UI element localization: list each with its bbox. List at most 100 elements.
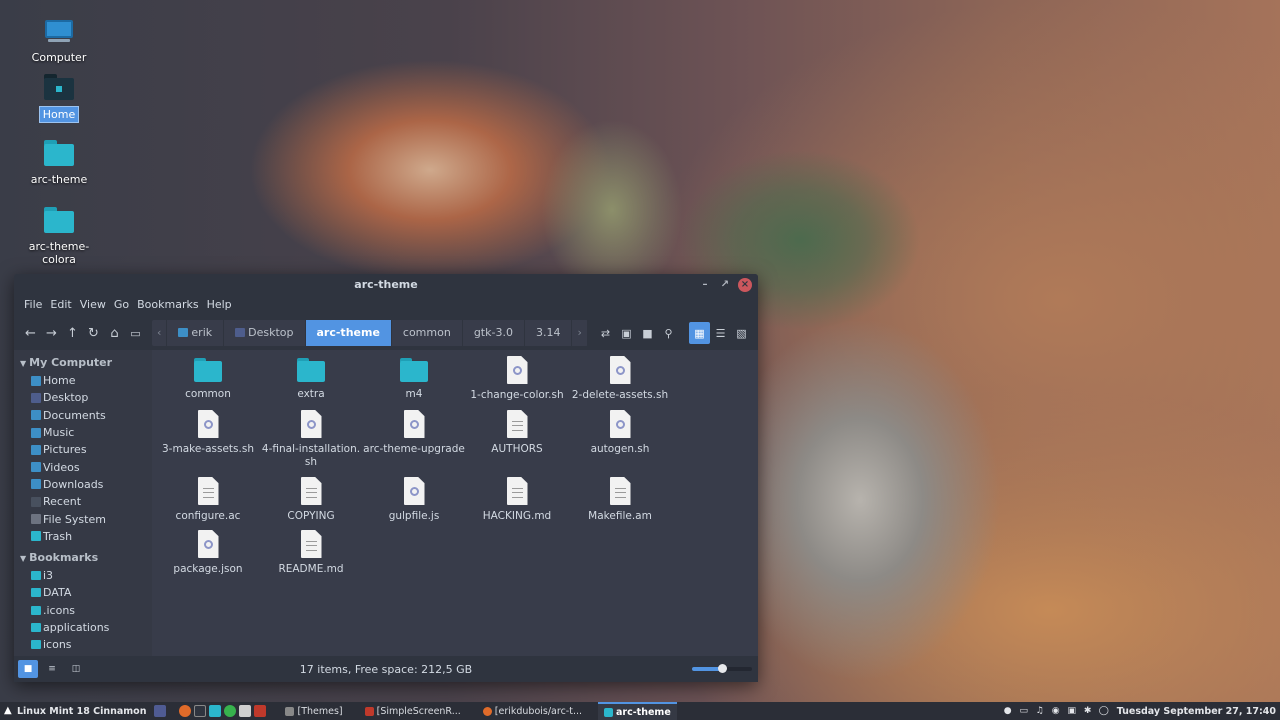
shield-icon[interactable]: ◯ <box>1099 706 1109 716</box>
breadcrumb-erik[interactable]: erik <box>167 320 225 346</box>
file-item-4-final-installation[interactable]: 4-final-installation. sh <box>259 410 363 469</box>
file-item-extra[interactable]: extra <box>259 358 363 401</box>
file-item-configure-ac[interactable]: configure.ac <box>156 477 260 523</box>
disk-icon[interactable]: ▣ <box>1067 706 1077 716</box>
breadcrumb-common[interactable]: common <box>392 320 463 346</box>
sidebar-item-icons[interactable]: icons <box>14 636 152 653</box>
icon-view-icon[interactable]: ▦ <box>689 322 710 344</box>
back-arrow-icon[interactable]: ← <box>20 322 41 344</box>
sidebar-item-documents[interactable]: Documents <box>14 407 152 424</box>
minimize-icon[interactable]: – <box>698 278 712 292</box>
file-item-authors[interactable]: AUTHORS <box>465 410 569 456</box>
sidebar-item-downloads[interactable]: Downloads <box>14 476 152 493</box>
folder-icon <box>194 358 222 382</box>
file-name-line2: sh <box>304 456 318 468</box>
files-icon[interactable] <box>209 705 222 717</box>
maximize-icon[interactable]: ↗ <box>718 278 732 292</box>
sidebar-item-dot-icons[interactable]: .icons <box>14 602 152 619</box>
file-name: 3-make-assets.sh <box>162 443 254 455</box>
desktop-icon-arc-theme-colora[interactable]: arc-theme-colora <box>9 207 109 267</box>
sidebar-item-videos[interactable]: Videos <box>14 458 152 475</box>
file-item-readme[interactable]: README.md <box>259 530 363 576</box>
up-arrow-icon[interactable]: ↑ <box>62 322 83 344</box>
show-desktop-icon[interactable] <box>154 705 167 717</box>
menu-bookmarks[interactable]: Bookmarks <box>133 296 202 316</box>
folder-icon <box>31 623 41 632</box>
list-view-icon[interactable]: ☰ <box>710 322 731 344</box>
recorder-icon[interactable] <box>254 705 267 717</box>
sidebar-item-music[interactable]: Music <box>14 424 152 441</box>
trash-icon <box>31 531 41 542</box>
folder-icon <box>400 358 428 382</box>
breadcrumb-3-14[interactable]: 3.14 <box>525 320 573 346</box>
sidebar-section-bookmarks[interactable]: ▼ Bookmarks <box>14 548 152 567</box>
sidebar-item-applications[interactable]: applications <box>14 619 152 636</box>
file-item-3-make-assets[interactable]: 3-make-assets.sh <box>156 410 260 456</box>
menu-help[interactable]: Help <box>203 296 236 316</box>
sidebar-item-trash[interactable]: Trash <box>14 528 152 545</box>
documents-icon <box>31 410 41 421</box>
sidebar-item-home[interactable]: Home <box>14 372 152 389</box>
reload-icon[interactable]: ↻ <box>83 322 104 344</box>
file-item-1-change-color[interactable]: 1-change-color.sh <box>465 356 569 402</box>
zoom-slider-knob[interactable] <box>718 664 727 673</box>
volume-icon[interactable]: ♫ <box>1035 706 1045 716</box>
computer-icon[interactable]: ▭ <box>125 322 146 344</box>
display-icon[interactable]: ▭ <box>1019 706 1029 716</box>
camera-icon[interactable]: ◉ <box>1051 706 1061 716</box>
breadcrumb-gtk-3-0[interactable]: gtk-3.0 <box>463 320 525 346</box>
script-file-icon <box>506 356 528 384</box>
search-icon[interactable]: ⚲ <box>658 322 679 344</box>
file-item-2-delete-assets[interactable]: 2-delete-assets.sh <box>568 356 672 402</box>
text-file-icon <box>197 477 219 505</box>
menu-file[interactable]: File <box>20 296 46 316</box>
breadcrumb-arc-theme[interactable]: arc-theme <box>305 320 392 346</box>
desktop-icon-computer[interactable]: Computer <box>9 20 109 65</box>
sidebar-item-i3[interactable]: i3 <box>14 567 152 584</box>
taskbar-window-themes[interactable]: [Themes] <box>279 702 348 720</box>
terminal-icon[interactable] <box>194 705 207 717</box>
spotify-icon[interactable] <box>224 705 237 717</box>
window-titlebar[interactable]: arc-theme – ↗ × <box>14 274 758 296</box>
file-item-hacking[interactable]: HACKING.md <box>465 477 569 523</box>
sidebar-item-desktop[interactable]: Desktop <box>14 389 152 406</box>
bluetooth-icon[interactable]: ✱ <box>1083 706 1093 716</box>
new-folder-icon[interactable]: ■ <box>637 322 658 344</box>
breadcrumb-right-icon[interactable]: › <box>572 320 588 346</box>
sidebar-item-pictures[interactable]: Pictures <box>14 441 152 458</box>
file-name: AUTHORS <box>491 443 543 455</box>
file-item-arc-theme-upgrade[interactable]: arc-theme-upgrade <box>362 410 466 456</box>
forward-arrow-icon[interactable]: → <box>41 322 62 344</box>
breadcrumb-desktop[interactable]: Desktop <box>224 320 306 346</box>
file-item-common[interactable]: common <box>156 358 260 401</box>
desktop-icon-home[interactable]: Home <box>9 74 109 123</box>
sidebar-item-recent[interactable]: Recent <box>14 493 152 510</box>
file-item-copying[interactable]: COPYING <box>259 477 363 523</box>
toggle-location-icon[interactable]: ⇄ <box>595 322 616 344</box>
sidebar-item-file-system[interactable]: File System <box>14 510 152 527</box>
taskbar-window-arc-theme[interactable]: arc-theme <box>598 702 677 720</box>
text-editor-icon[interactable] <box>239 705 252 717</box>
file-item-makefile[interactable]: Makefile.am <box>568 477 672 523</box>
zoom-slider[interactable] <box>692 664 752 673</box>
file-item-gulpfile[interactable]: gulpfile.js <box>362 477 466 523</box>
close-icon[interactable]: × <box>738 278 752 292</box>
file-item-m4[interactable]: m4 <box>362 358 466 401</box>
firefox-icon[interactable] <box>179 705 192 717</box>
menu-view[interactable]: View <box>76 296 110 316</box>
file-item-autogen[interactable]: autogen.sh <box>568 410 672 456</box>
menu-go[interactable]: Go <box>110 296 133 316</box>
start-menu-button[interactable]: ▲ Linux Mint 18 Cinnamon <box>0 706 146 717</box>
file-item-package-json[interactable]: package.json <box>156 530 260 576</box>
desktop-icon-arc-theme[interactable]: arc-theme <box>9 140 109 187</box>
user-icon[interactable]: ● <box>1003 706 1013 716</box>
home-icon[interactable]: ⌂ <box>104 322 125 344</box>
open-terminal-icon[interactable]: ▣ <box>616 322 637 344</box>
breadcrumb-left-icon[interactable]: ‹ <box>152 320 168 346</box>
taskbar-window-simplescreenrecorder[interactable]: [SimpleScreenR... <box>359 702 467 720</box>
taskbar-window-firefox[interactable]: [erikdubois/arc-t... <box>477 702 588 720</box>
compact-view-icon[interactable]: ▧ <box>731 322 752 344</box>
menu-edit[interactable]: Edit <box>46 296 75 316</box>
sidebar-section-my-computer[interactable]: ▼ My Computer <box>14 353 152 372</box>
sidebar-item-data[interactable]: DATA <box>14 584 152 601</box>
